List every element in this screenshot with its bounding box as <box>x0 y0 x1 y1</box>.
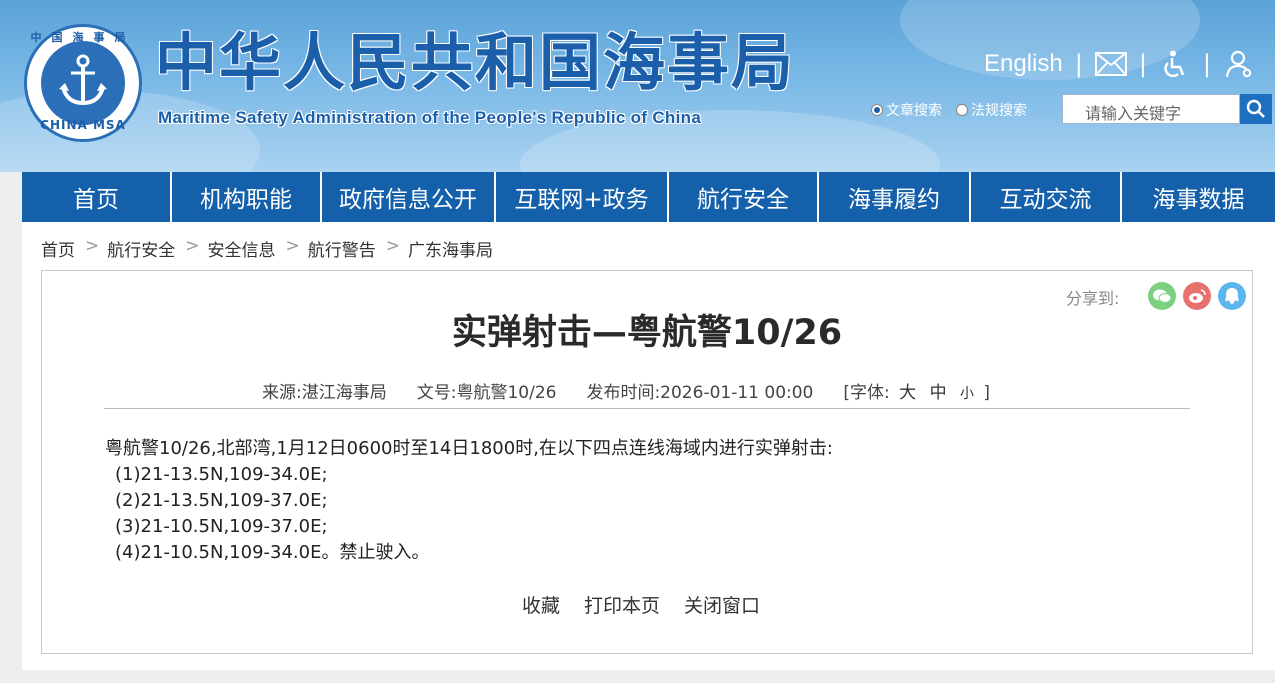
article-actions: 收藏 打印本页 关闭窗口 <box>522 591 784 618</box>
breadcrumb-separator: > <box>285 236 300 256</box>
article-paragraph: 粤航警10/26,北部湾,1月12日0600时至14日1800时,在以下四点连线… <box>105 438 833 459</box>
nav-item-data[interactable]: 海事数据 <box>1122 172 1275 222</box>
close-window-button[interactable]: 关闭窗口 <box>684 591 760 618</box>
breadcrumb-item[interactable]: 安全信息 <box>208 236 276 261</box>
anchor-icon <box>59 54 107 106</box>
search-button[interactable] <box>1240 94 1272 124</box>
english-link[interactable]: English <box>984 50 1063 78</box>
msa-logo[interactable]: 中国海事局 CHINA MSA <box>24 24 142 142</box>
font-size-label: [字体: <box>843 383 890 403</box>
article-doc-number: 文号:粤航警10/26 <box>416 383 557 403</box>
site-title-cn: 中华人民共和国海事局 <box>155 26 796 99</box>
breadcrumb-separator: > <box>85 236 100 256</box>
breadcrumb-item[interactable]: 首页 <box>41 236 75 261</box>
article-title: 实弹射击—粤航警10/26 <box>451 313 843 353</box>
article-body: 粤航警10/26,北部湾,1月12日0600时至14日1800时,在以下四点连线… <box>105 436 833 566</box>
article-coordinate: (1)21-13.5N,109-34.0E; <box>115 464 328 485</box>
favorite-button[interactable]: 收藏 <box>522 591 560 618</box>
search-option-law[interactable]: 法规搜索 <box>956 100 1027 120</box>
print-button[interactable]: 打印本页 <box>584 591 660 618</box>
breadcrumb-item[interactable]: 航行安全 <box>107 236 175 261</box>
breadcrumb: 首页 > 航行安全 > 安全信息 > 航行警告 > 广东海事局 <box>41 236 493 261</box>
article-meta: 来源:湛江海事局 文号:粤航警10/26 发布时间:2026-01-11 00:… <box>262 378 990 403</box>
site-title-en: Maritime Safety Administration of the Pe… <box>158 108 702 127</box>
article-coordinate: (2)21-13.5N,109-37.0E; <box>115 490 328 511</box>
nav-item-functions[interactable]: 机构职能 <box>172 172 322 222</box>
nav-item-gov-info[interactable]: 政府信息公开 <box>322 172 496 222</box>
article-published-time: 发布时间:2026-01-11 00:00 <box>586 383 814 403</box>
font-size-close: ] <box>983 383 991 403</box>
tools-separator: | <box>1138 50 1147 78</box>
mail-icon[interactable] <box>1094 50 1127 78</box>
search-options: 文章搜索 法规搜索 <box>871 100 1041 120</box>
font-size-control: [字体: 大 中 小 ] <box>843 378 990 403</box>
nav-item-compliance[interactable]: 海事履约 <box>819 172 971 222</box>
main-nav: 首页 机构职能 政府信息公开 互联网+政务 航行安全 海事履约 互动交流 海事数… <box>22 172 1275 222</box>
article-radio[interactable] <box>871 104 883 116</box>
nav-item-home[interactable]: 首页 <box>22 172 172 222</box>
nav-item-interaction[interactable]: 互动交流 <box>971 172 1122 222</box>
accessibility-icon[interactable] <box>1159 50 1191 78</box>
article-coordinate: (3)21-10.5N,109-37.0E; <box>115 516 328 537</box>
tools-separator: | <box>1202 50 1211 78</box>
breadcrumb-item[interactable]: 航行警告 <box>308 236 376 261</box>
breadcrumb-separator: > <box>185 236 200 256</box>
search-option-law-label: 法规搜索 <box>971 103 1027 119</box>
title-divider <box>104 408 1190 409</box>
article-coordinate: (4)21-10.5N,109-34.0E。禁止驶入。 <box>115 542 430 563</box>
font-size-large[interactable]: 大 <box>899 383 916 403</box>
user-icon[interactable] <box>1223 50 1255 78</box>
tools-separator: | <box>1074 50 1083 78</box>
law-radio[interactable] <box>956 104 968 116</box>
font-size-small[interactable]: 小 <box>960 386 974 402</box>
search-option-article-label: 文章搜索 <box>886 103 942 119</box>
breadcrumb-item[interactable]: 广东海事局 <box>408 236 493 261</box>
nav-item-internet-gov[interactable]: 互联网+政务 <box>496 172 669 222</box>
search-option-article[interactable]: 文章搜索 <box>871 100 942 120</box>
font-size-medium[interactable]: 中 <box>930 383 947 403</box>
logo-bottom-text: CHINA MSA <box>40 118 126 132</box>
header-tools: English | | | <box>984 48 1255 80</box>
search-input[interactable]: 请输入关键字 <box>1062 94 1240 124</box>
nav-item-navigation-safety[interactable]: 航行安全 <box>669 172 819 222</box>
search-icon <box>1246 99 1265 118</box>
article-source: 来源:湛江海事局 <box>262 383 387 403</box>
breadcrumb-separator: > <box>385 236 400 256</box>
